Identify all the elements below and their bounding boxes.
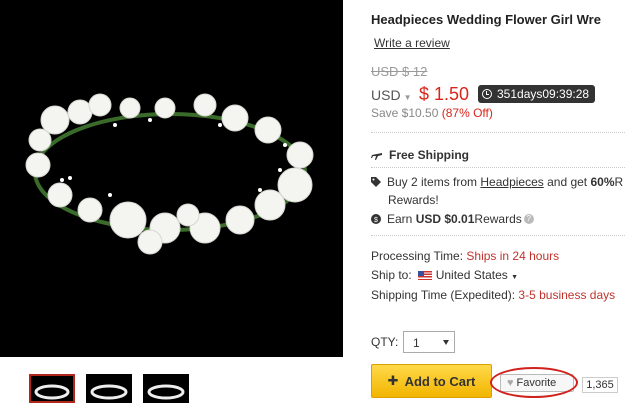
earn-prefix: Earn [387, 212, 413, 226]
shipping-time-label: Shipping Time (Expedited): [371, 288, 516, 302]
countdown-badge: 351days09:39:28 [478, 85, 596, 103]
favorite-count: 1,365 [582, 377, 618, 393]
chevron-down-icon: ▼ [403, 93, 412, 102]
buy-promo-row: Buy 2 items from Headpieces and get 60% … [371, 175, 623, 189]
buy-promo-percent: 60% [590, 175, 615, 189]
divider [371, 167, 625, 168]
processing-label: Processing Time: [371, 249, 464, 263]
coin-icon: $ [371, 214, 381, 224]
flower-wreath-image [25, 93, 314, 255]
processing-value: Ships in 24 hours [466, 249, 560, 263]
clock-icon [482, 89, 492, 99]
save-percent: (87% Off) [441, 106, 493, 120]
highlight-circle [490, 367, 578, 398]
buy-promo-suffix: R [614, 175, 624, 189]
earn-rewards-row: $ Earn USD $0.01 Rewards? [371, 212, 534, 226]
svg-text:$: $ [374, 217, 378, 224]
earn-amount: USD $0.01 [415, 212, 475, 226]
thumbnail-2[interactable] [86, 374, 132, 403]
thumbnail-3[interactable] [143, 374, 189, 403]
plus-icon: ✚ [387, 373, 399, 388]
save-amount: Save $10.50 [371, 106, 439, 120]
qty-value: 1 [413, 336, 420, 350]
qty-label: QTY: [371, 335, 399, 349]
caret-down-icon: ▼ [511, 274, 519, 281]
currency-label: USD [371, 87, 401, 103]
product-title: Headpieces Wedding Flower Girl Wre [371, 12, 601, 27]
free-shipping-row: Free Shipping [371, 148, 469, 162]
product-main-image[interactable] [0, 0, 343, 357]
thumbnail-1[interactable] [29, 374, 75, 403]
shipping-time-row: Shipping Time (Expedited): 3-5 business … [371, 288, 615, 302]
earn-suffix: Rewards [474, 212, 522, 226]
plane-icon [371, 153, 382, 160]
ship-to-row: Ship to: United States ▼ [371, 268, 518, 282]
processing-time-row: Processing Time: Ships in 24 hours [371, 249, 559, 263]
sale-price: $ 1.50 [419, 84, 470, 104]
us-flag-icon [417, 271, 432, 281]
help-icon[interactable]: ? [523, 214, 534, 224]
countdown-text: 351days09:39:28 [497, 87, 590, 101]
divider [371, 132, 625, 133]
currency-selector[interactable]: USD ▼ [371, 87, 411, 103]
qty-select[interactable]: 1 [403, 331, 455, 353]
divider [371, 235, 625, 236]
add-to-cart-label: Add to Cart [404, 373, 476, 389]
ship-to-value: United States [435, 268, 508, 282]
rewards-line: Rewards! [388, 193, 439, 207]
shipping-time-value: 3-5 business days [518, 288, 616, 302]
thumbnail-strip [29, 374, 189, 403]
buy-promo-text: Buy 2 items from [387, 175, 478, 189]
headpieces-link[interactable]: Headpieces [480, 175, 543, 189]
dropdown-arrow-icon [443, 340, 449, 345]
savings-text: Save $10.50 (87% Off) [371, 106, 493, 120]
buy-promo-mid: and get [547, 175, 588, 189]
tag-icon [371, 177, 381, 187]
write-review-link[interactable]: Write a review [374, 36, 450, 50]
original-price: USD $ 12 [371, 64, 428, 79]
ship-to-label: Ship to: [371, 268, 412, 282]
add-to-cart-button[interactable]: ✚ Add to Cart [371, 364, 492, 398]
ship-to-selector[interactable]: United States ▼ [412, 268, 518, 282]
free-shipping-label: Free Shipping [389, 148, 470, 162]
